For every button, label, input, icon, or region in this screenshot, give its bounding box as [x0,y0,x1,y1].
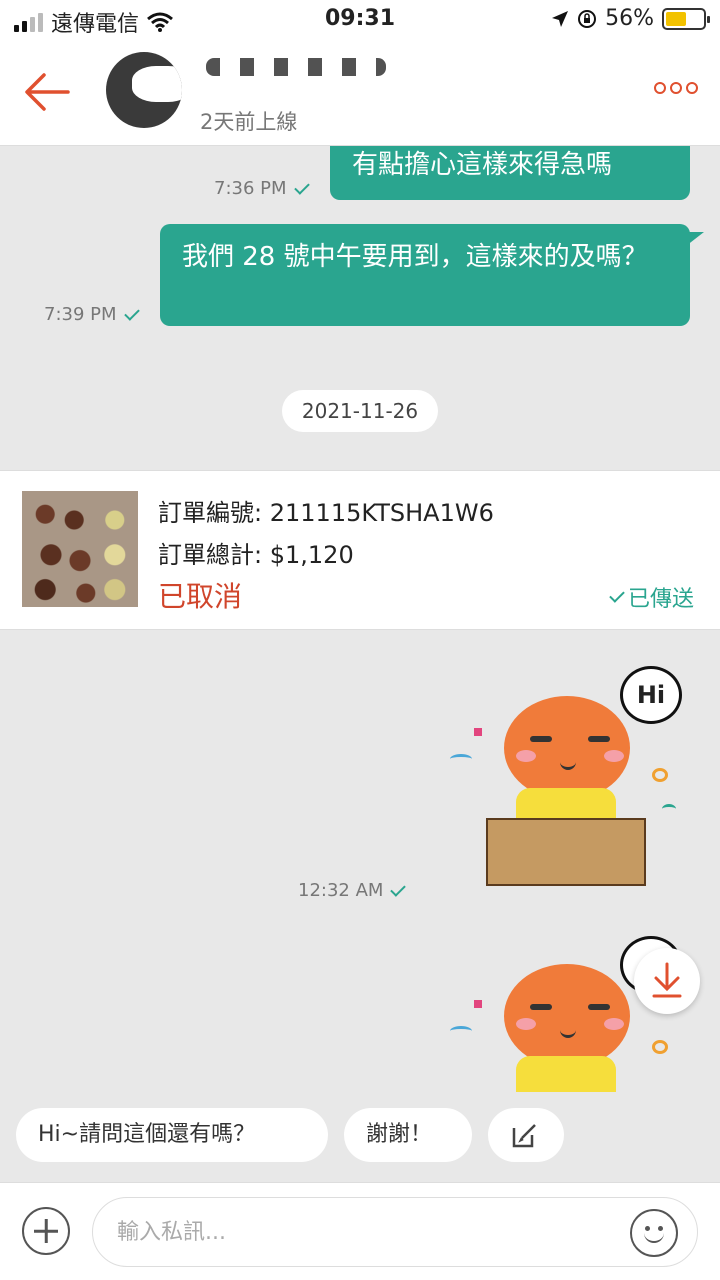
sticker-cheek [516,750,536,762]
message-timestamp: 12:32 AM [298,880,407,901]
message-input-bar [0,1182,720,1280]
order-number-value: 211115KTSHA1W6 [269,499,494,527]
battery-percent: 56% [605,6,654,31]
read-check-icon [123,304,140,321]
order-number-row: 訂單編號: 211115KTSHA1W6 [158,493,494,528]
confetti-decoration [652,1040,668,1054]
sticker-box [486,818,646,886]
order-card[interactable]: 訂單編號: 211115KTSHA1W6 訂單總計: $1,120 已取消 已傳… [0,470,720,630]
sticker-speech-bubble: Hi [620,666,682,724]
location-arrow-icon [552,10,569,27]
quick-reply-chip[interactable]: 謝謝！ [344,1108,472,1162]
sticker-cheek [604,1018,624,1030]
sticker-message[interactable]: Hi [446,658,686,898]
order-total-row: 訂單總計: $1,120 [158,535,354,570]
order-number-label: 訂單編號: [158,499,263,527]
date-separator: 2021-11-26 [282,390,438,432]
message-time-text: 7:36 PM [214,178,287,199]
order-total-label: 訂單總計: [158,541,263,569]
status-right-group: 56% [551,6,710,31]
sticker-cheek [604,750,624,762]
confetti-decoration [652,768,668,782]
outgoing-message-bubble[interactable]: 我們 28 號中午要用到，這樣來的及嗎？ [160,224,704,326]
sent-check-icon [609,587,625,603]
contact-name-redacted [200,52,420,82]
emoji-smiley-icon[interactable] [630,1209,678,1257]
rotation-lock-icon [578,9,597,28]
read-check-icon [293,178,310,195]
quick-reply-bar: Hi~請問這個還有嗎？ 謝謝！ [0,1092,720,1182]
message-input[interactable] [92,1197,698,1267]
download-icon [652,962,682,998]
confetti-decoration [662,804,676,814]
sent-status: 已傳送 [609,581,694,613]
confetti-decoration [450,754,472,764]
status-bar: 遠傳電信 09:31 56% [0,0,720,40]
edit-icon [512,1124,536,1148]
last-online-status: 2天前上線 [200,110,298,134]
back-arrow-icon[interactable] [22,70,72,114]
sticker-character-head [504,696,630,800]
read-check-icon [390,880,407,897]
edit-quick-replies-button[interactable] [488,1108,564,1162]
battery-fill [666,11,687,26]
order-product-thumbnail [22,491,138,607]
order-status: 已取消 [158,580,243,613]
sticker-eye [588,736,610,742]
sticker-eye [530,736,552,742]
confetti-decoration [474,728,482,736]
sent-status-label: 已傳送 [627,587,694,612]
quick-reply-chip[interactable]: Hi~請問這個還有嗎？ [16,1108,328,1162]
message-time-text: 12:32 AM [298,880,384,901]
sticker-character-body [516,1056,616,1092]
sticker-character-head [504,964,630,1068]
add-attachment-plus-icon[interactable] [22,1207,70,1255]
sticker-eye [530,1004,552,1010]
download-sticker-button[interactable] [634,948,700,1014]
confetti-decoration [474,1000,482,1008]
chat-header: 2天前上線 [0,40,720,146]
sticker-cheek [516,1018,536,1030]
outgoing-message-bubble[interactable]: 有點擔心這樣來得急嗎 [330,146,690,200]
confetti-decoration [450,1026,472,1036]
message-time-text: 7:39 PM [44,304,117,325]
message-timestamp: 7:39 PM [44,304,140,325]
order-total-value: $1,120 [269,541,354,569]
message-timestamp: 7:36 PM [214,178,310,199]
contact-avatar[interactable] [106,52,182,128]
chat-message-list[interactable]: 有點擔心這樣來得急嗎 7:36 PM 我們 28 號中午要用到，這樣來的及嗎？ … [0,146,720,1092]
sticker-eye [588,1004,610,1010]
more-options-icon[interactable] [654,82,698,94]
battery-icon [662,7,710,30]
